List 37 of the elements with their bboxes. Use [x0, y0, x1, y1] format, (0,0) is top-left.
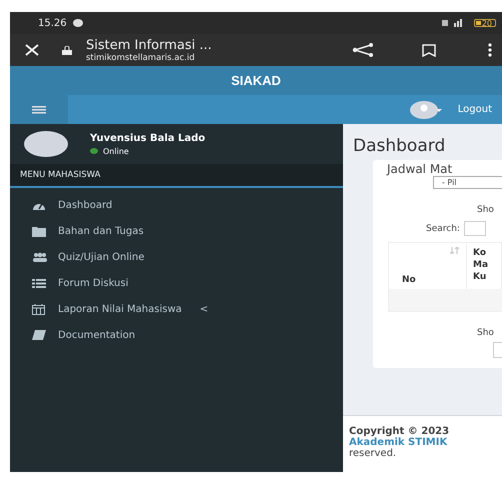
footer-text: reserved. [349, 448, 398, 459]
copyright-text: Copyright © 2023 [349, 426, 450, 437]
more-icon[interactable] [488, 43, 492, 57]
search-field[interactable] [464, 221, 486, 236]
period-select[interactable]: - Pil [433, 176, 502, 189]
lock-icon [62, 46, 72, 54]
user-menu-icon[interactable] [410, 100, 444, 118]
search-label: Search: [426, 224, 460, 234]
battery-icon [474, 19, 496, 27]
footer-link[interactable]: Akademik STIMIK [349, 437, 502, 448]
sidebar-menu-item[interactable]: Bahan dan Tugas [10, 218, 343, 244]
share-icon[interactable] [352, 43, 374, 57]
avatar-placeholder [24, 131, 68, 157]
user-name: Yuvensius Bala Lado [90, 132, 206, 144]
clock-time: 15.26 [38, 18, 67, 28]
sidebar-menu-item[interactable]: Dashboard [10, 192, 343, 218]
sidebar-menu-item[interactable]: Forum Diskusi [10, 270, 343, 296]
user-status: Online [103, 146, 129, 156]
sidebar-toggle[interactable] [10, 95, 68, 124]
page-heading: Dashboard [352, 135, 446, 158]
menu-header: MENU MAHASISWA [10, 164, 343, 188]
menu-icon[interactable] [32, 106, 46, 114]
bookmark-icon[interactable] [422, 44, 436, 56]
page-url: stimikomstellamaris.ac.id [86, 52, 196, 62]
site-logo[interactable]: SIAKAD [231, 73, 281, 88]
sidebar-menu-item[interactable]: Laporan Nilai Mahasiswa < [10, 296, 343, 322]
page-title: Sistem Informasi ... [86, 38, 213, 52]
sidebar-menu-item[interactable]: Quiz/Ujian Online [10, 244, 343, 270]
expand-caret[interactable]: < [200, 304, 208, 314]
entries-label: Sho [477, 328, 494, 338]
battery-level: 20 [482, 18, 492, 28]
box-title: Jadwal Mat [387, 162, 452, 176]
close-icon[interactable] [24, 44, 40, 56]
entries-label: Sho [477, 205, 494, 215]
users-icon [32, 252, 50, 262]
logout-link[interactable]: Logout [458, 104, 492, 115]
sidebar-menu-item[interactable]: Documentation [10, 322, 343, 348]
